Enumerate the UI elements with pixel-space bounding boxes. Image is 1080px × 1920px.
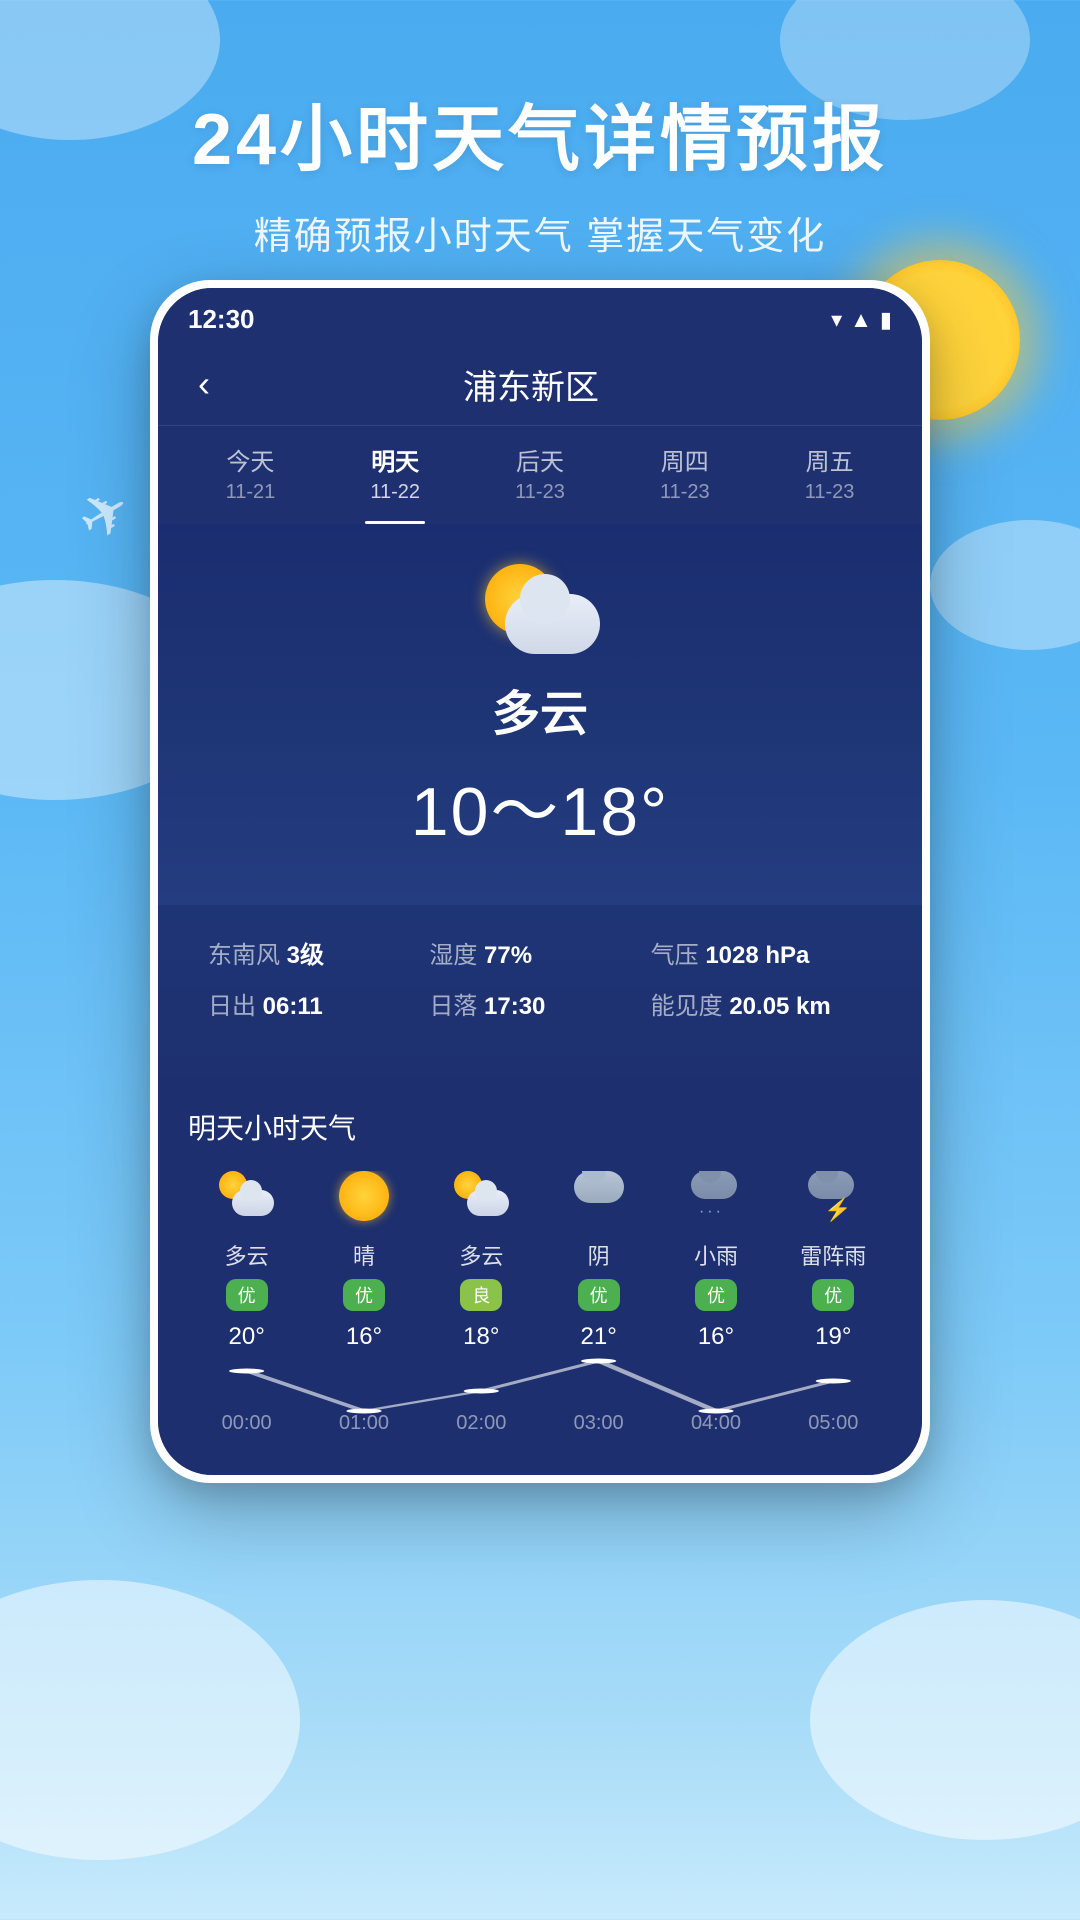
day-tab-0[interactable]: 今天11-21: [178, 426, 323, 524]
sun-cloud-icon: [454, 1171, 509, 1216]
sun-icon: [339, 1171, 389, 1221]
signal-icon: ▲: [850, 307, 872, 333]
temp-item-1: 16°: [305, 1323, 422, 1351]
weather-temp-range: 10～18°: [198, 756, 882, 855]
hourly-title: 明天小时天气: [188, 1107, 892, 1147]
temp-item-3: 21°: [540, 1323, 657, 1351]
hour-label-3: 03:00: [540, 1406, 657, 1435]
detail-row-2: 日出 06:11日落 17:30能见度 20.05 km: [208, 986, 872, 1021]
city-name: 浦东新区: [220, 360, 842, 409]
hourly-section: 明天小时天气 多云 优 晴 优 多云 良 阴 优 ··· 小雨 优 ⚡ 雷阵雨 …: [158, 1077, 922, 1475]
phone-screen: 12:30 ▾ ▲ ▮ ‹ 浦东新区 今天11-21明天11-22后天11-23…: [158, 288, 922, 1475]
hourly-item-4: ··· 小雨 优: [657, 1171, 774, 1323]
main-title: 24小时天气详情预报: [0, 80, 1080, 185]
air-quality-badge: 优: [695, 1279, 737, 1311]
hourly-condition: 晴: [305, 1239, 422, 1271]
hourly-item-1: 晴 优: [305, 1171, 422, 1323]
day-tab-4[interactable]: 周五11-23: [757, 426, 902, 524]
detail-item: 日落 17:30: [429, 986, 650, 1021]
status-time: 12:30: [188, 304, 255, 335]
hourly-scroll[interactable]: 多云 优 晴 优 多云 良 阴 优 ··· 小雨 优 ⚡ 雷阵雨 优: [188, 1171, 892, 1323]
weather-details: 东南风 3级湿度 77%气压 1028 hPa 日出 06:11日落 17:30…: [158, 905, 922, 1077]
temp-item-2: 18°: [423, 1323, 540, 1351]
thunder-icon: ⚡: [808, 1171, 858, 1223]
detail-item: 湿度 77%: [429, 935, 650, 970]
phone-frame: 12:30 ▾ ▲ ▮ ‹ 浦东新区 今天11-21明天11-22后天11-23…: [150, 280, 930, 1483]
hourly-condition: 雷阵雨: [775, 1239, 892, 1271]
hourly-item-0: 多云 优: [188, 1171, 305, 1323]
rain-icon: ···: [691, 1171, 741, 1221]
dragonfly-decoration: ✈: [66, 472, 145, 558]
temp-row: 20°16°18°21°16°19°: [188, 1323, 892, 1351]
temp-graph: [188, 1351, 892, 1401]
graph-container: 20°16°18°21°16°19° 00:0001:0002:0003:000…: [188, 1323, 892, 1455]
bg-cloud-bottom-right: [810, 1600, 1080, 1840]
hourly-icon: [217, 1171, 277, 1231]
sun-cloud-icon: [219, 1171, 274, 1216]
hourly-icon: ···: [686, 1171, 746, 1231]
air-quality-badge: 优: [226, 1279, 268, 1311]
hourly-condition: 阴: [540, 1239, 657, 1271]
cloud-icon: [574, 1171, 624, 1203]
back-button[interactable]: ‹: [188, 359, 220, 409]
phone-container: 12:30 ▾ ▲ ▮ ‹ 浦东新区 今天11-21明天11-22后天11-23…: [150, 280, 930, 1483]
detail-item: 日出 06:11: [208, 986, 429, 1021]
air-quality-badge: 优: [578, 1279, 620, 1311]
hour-label-5: 05:00: [775, 1406, 892, 1435]
day-tab-1[interactable]: 明天11-22: [323, 426, 468, 524]
hourly-item-2: 多云 良: [423, 1171, 540, 1323]
status-icons: ▾ ▲ ▮: [831, 307, 892, 333]
air-quality-badge: 优: [812, 1279, 854, 1311]
header-area: 24小时天气详情预报 精确预报小时天气 掌握天气变化: [0, 0, 1080, 260]
detail-row-1: 东南风 3级湿度 77%气压 1028 hPa: [208, 935, 872, 970]
bg-cloud-bottom-left: [0, 1580, 300, 1860]
nav-bar: ‹ 浦东新区: [158, 343, 922, 426]
weather-main: 多云 10～18°: [158, 524, 922, 905]
hour-labels: 00:0001:0002:0003:0004:0005:00: [188, 1406, 892, 1435]
hourly-condition: 多云: [423, 1239, 540, 1271]
hour-label-4: 04:00: [657, 1406, 774, 1435]
hourly-condition: 小雨: [657, 1239, 774, 1271]
detail-item: 气压 1028 hPa: [651, 935, 872, 970]
hourly-condition: 多云: [188, 1239, 305, 1271]
battery-icon: ▮: [880, 307, 892, 333]
hour-label-1: 01:00: [305, 1406, 422, 1435]
air-quality-badge: 良: [460, 1279, 502, 1311]
weather-icon-large: [480, 564, 600, 654]
hourly-icon: [451, 1171, 511, 1231]
status-bar: 12:30 ▾ ▲ ▮: [158, 288, 922, 343]
day-tabs: 今天11-21明天11-22后天11-23周四11-23周五11-23: [158, 426, 922, 524]
hourly-item-3: 阴 优: [540, 1171, 657, 1323]
day-tab-2[interactable]: 后天11-23: [468, 426, 613, 524]
hour-label-0: 00:00: [188, 1406, 305, 1435]
detail-item: 能见度 20.05 km: [651, 986, 872, 1021]
hourly-icon: [569, 1171, 629, 1231]
weather-condition: 多云: [198, 674, 882, 744]
hourly-icon: ⚡: [803, 1171, 863, 1231]
hour-label-2: 02:00: [423, 1406, 540, 1435]
day-tab-3[interactable]: 周四11-23: [612, 426, 757, 524]
detail-item: 东南风 3级: [208, 935, 429, 970]
temp-item-5: 19°: [775, 1323, 892, 1351]
hourly-item-5: ⚡ 雷阵雨 优: [775, 1171, 892, 1323]
hourly-icon: [334, 1171, 394, 1231]
icon-cloud: [505, 594, 600, 654]
bg-cloud-mid-right: [930, 520, 1080, 650]
sub-title: 精确预报小时天气 掌握天气变化: [0, 205, 1080, 260]
wifi-icon: ▾: [831, 307, 842, 333]
temp-item-4: 16°: [657, 1323, 774, 1351]
air-quality-badge: 优: [343, 1279, 385, 1311]
temp-item-0: 20°: [188, 1323, 305, 1351]
